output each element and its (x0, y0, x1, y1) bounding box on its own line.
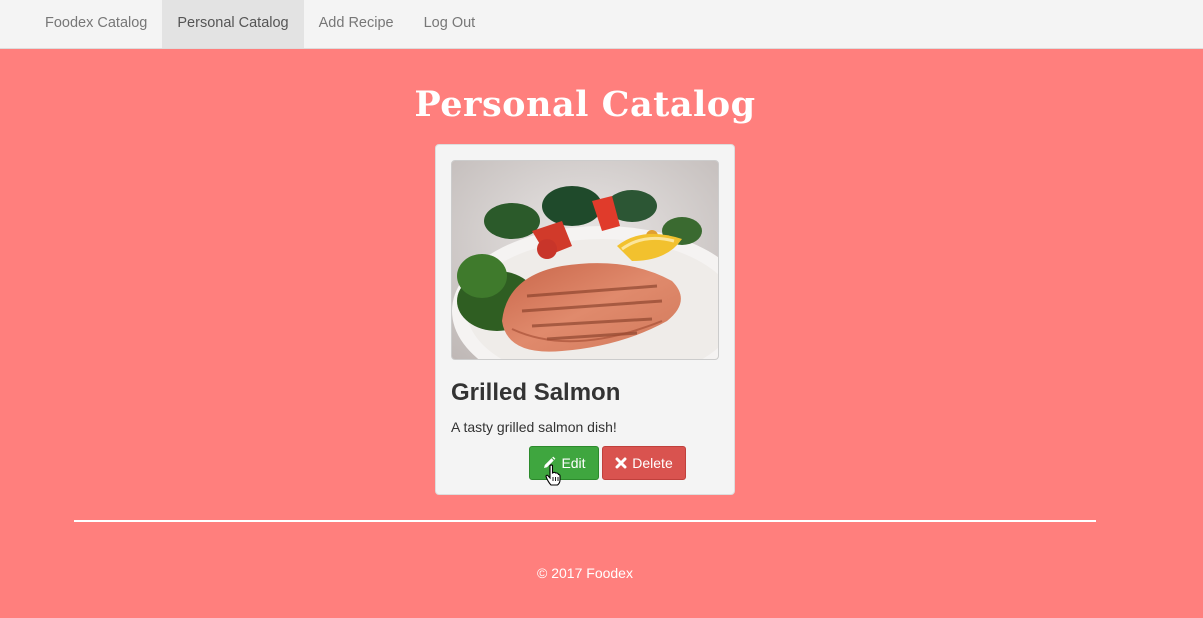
pencil-icon (542, 456, 556, 470)
nav-item-log-out[interactable]: Log Out (409, 0, 491, 48)
footer-copyright: © 2017 Foodex (537, 565, 633, 581)
edit-label: Edit (561, 455, 586, 471)
nav-item-personal-catalog[interactable]: Personal Catalog (162, 0, 304, 48)
footer-divider (74, 520, 1096, 522)
delete-label: Delete (632, 455, 673, 471)
recipe-description: A tasty grilled salmon dish! (451, 419, 617, 435)
recipe-title: Grilled Salmon (451, 379, 621, 406)
nav-item-foodex-catalog[interactable]: Foodex Catalog (30, 0, 162, 48)
edit-button[interactable]: Edit (529, 446, 599, 480)
delete-button[interactable]: Delete (602, 446, 686, 480)
nav-item-add-recipe[interactable]: Add Recipe (304, 0, 409, 48)
close-icon (615, 457, 627, 469)
page-title: Personal Catalog (414, 84, 756, 125)
top-navbar: Foodex Catalog Personal Catalog Add Reci… (0, 0, 1203, 49)
recipe-image (451, 160, 719, 360)
recipe-card: Grilled Salmon A tasty grilled salmon di… (435, 144, 735, 495)
nav-list: Foodex Catalog Personal Catalog Add Reci… (30, 0, 490, 48)
